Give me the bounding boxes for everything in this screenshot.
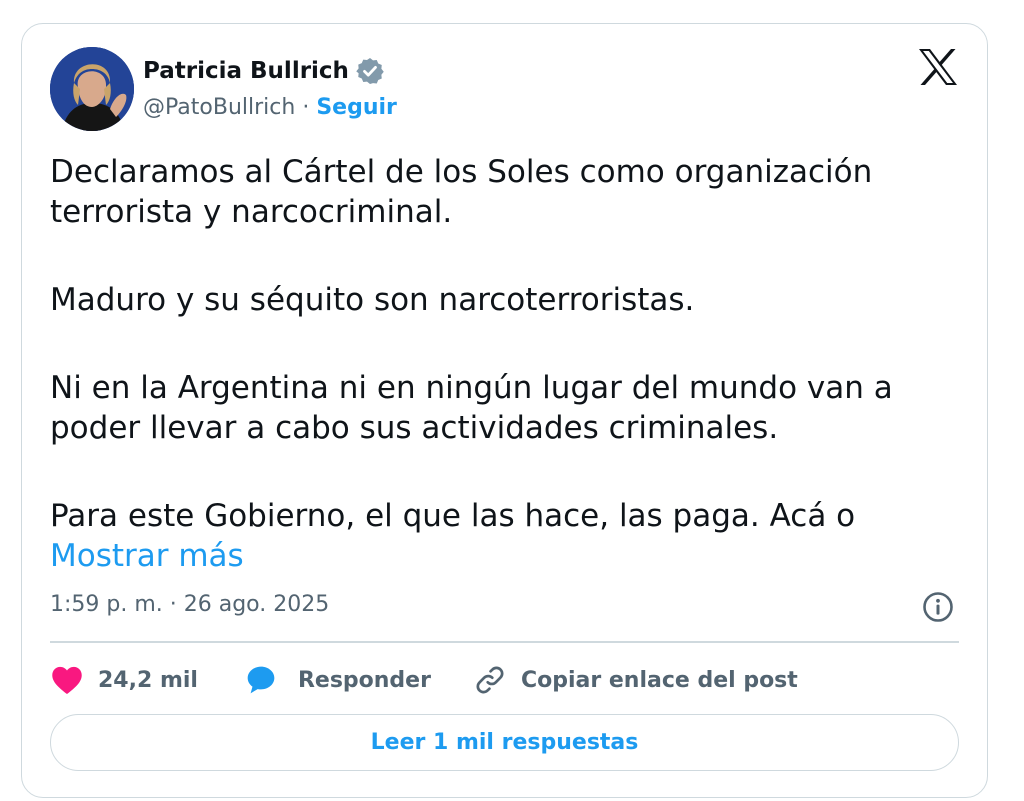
- divider: [50, 641, 959, 643]
- read-replies-button[interactable]: Leer 1 mil respuestas: [50, 714, 959, 771]
- follow-button[interactable]: Seguir: [316, 95, 397, 120]
- link-icon: [476, 666, 504, 694]
- author-name-row[interactable]: Patricia Bullrich: [143, 56, 385, 86]
- avatar[interactable]: [50, 47, 134, 131]
- heart-icon: [52, 666, 82, 695]
- post-text: Declaramos al Cártel de los Soles como o…: [50, 152, 950, 576]
- post-paragraph-last: Para este Gobierno, el que las hace, las…: [50, 496, 950, 576]
- post-paragraph: Declaramos al Cártel de los Soles como o…: [50, 154, 873, 230]
- read-replies-label: Leer 1 mil respuestas: [370, 730, 639, 755]
- speech-bubble-icon: [247, 666, 275, 694]
- handle-line: @PatoBullrich · Seguir: [143, 95, 397, 120]
- reply-button[interactable]: Responder: [244, 664, 431, 696]
- copy-link-label: Copiar enlace del post: [520, 667, 798, 693]
- info-icon[interactable]: [921, 590, 955, 624]
- author-name[interactable]: Patricia Bullrich: [143, 58, 349, 84]
- like-button[interactable]: 24,2 mil: [50, 665, 198, 695]
- like-count: 24,2 mil: [98, 667, 198, 693]
- action-bar: 24,2 mil Responder Copiar enlace del pos…: [50, 660, 798, 700]
- copy-link-button[interactable]: Copiar enlace del post: [473, 663, 798, 697]
- avatar-photo: [50, 47, 134, 131]
- x-logo-icon[interactable]: [918, 48, 958, 86]
- verified-badge-icon: [356, 58, 384, 84]
- reply-label: Responder: [297, 667, 431, 693]
- post-paragraph-truncated: Para este Gobierno, el que las hace, las…: [50, 498, 856, 534]
- show-more-link[interactable]: Mostrar más: [50, 538, 244, 574]
- author-handle[interactable]: @PatoBullrich: [143, 95, 295, 120]
- post-paragraph: Ni en la Argentina ni en ningún lugar de…: [50, 370, 893, 446]
- post-timestamp[interactable]: 1:59 p. m. · 26 ago. 2025: [50, 592, 329, 617]
- post-paragraph: Maduro y su séquito son narcoterroristas…: [50, 282, 695, 318]
- handle-separator: ·: [302, 95, 310, 120]
